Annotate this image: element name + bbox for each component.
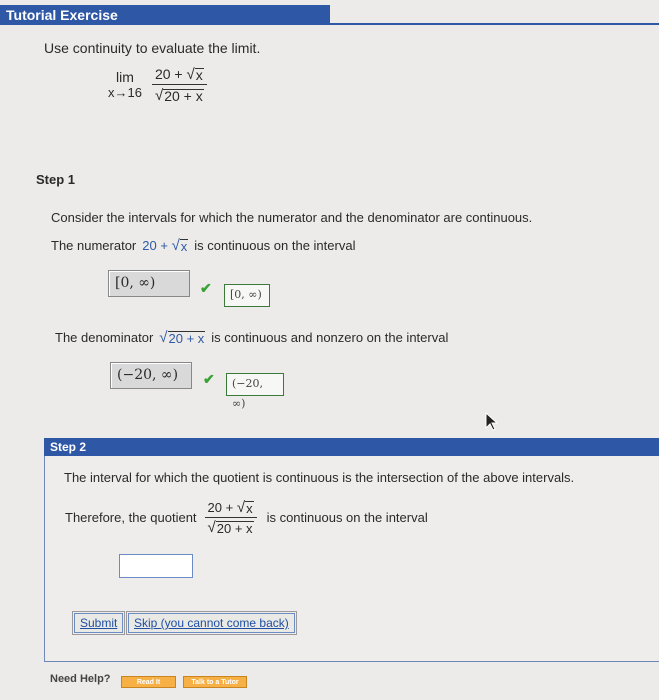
quotient-numerator-const: 20 + bbox=[207, 500, 234, 515]
numerator-expr-const: 20 + bbox=[142, 238, 168, 253]
numerator-expr-radicand: x bbox=[179, 239, 189, 254]
denominator-check-icon: ✔ bbox=[203, 371, 215, 387]
denominator-answer-field[interactable]: (−20, ∞) bbox=[110, 362, 192, 389]
skip-button[interactable]: Skip (you cannot come back) bbox=[126, 611, 297, 635]
denominator-answer-key: (−20, ∞) bbox=[226, 373, 284, 410]
denominator-prefix: The denominator bbox=[55, 330, 154, 345]
header-rule bbox=[330, 23, 659, 25]
denominator-expr-radicand: 20 + x bbox=[167, 331, 206, 346]
mouse-cursor-icon bbox=[485, 412, 499, 431]
read-it-button[interactable]: Read It bbox=[121, 676, 176, 688]
need-help-label: Need Help? bbox=[50, 673, 111, 685]
quotient-interval-input[interactable] bbox=[119, 554, 193, 578]
quotient-prefix: Therefore, the quotient bbox=[65, 510, 197, 525]
step1-intro: Consider the intervals for which the num… bbox=[51, 210, 533, 225]
numerator-answer-key: [0, ∞) bbox=[224, 284, 270, 307]
limit-numerator-radicand: x bbox=[194, 67, 204, 83]
denominator-expression: √ 20 + x bbox=[159, 329, 206, 346]
step2-header: Step 2 bbox=[44, 438, 659, 456]
numerator-sentence: The numerator 20 + √ x is continuous on t… bbox=[51, 238, 355, 253]
limit-fraction: 20 + √ x √ 20 + x bbox=[151, 66, 207, 104]
numerator-answer-field[interactable]: [0, ∞) bbox=[108, 270, 190, 297]
quotient-denominator-radicand: 20 + x bbox=[215, 521, 254, 536]
limit-expression: lim x→16 20 + √ x √ 20 + x bbox=[108, 66, 207, 103]
denominator-sentence: The denominator √ 20 + x is continuous an… bbox=[55, 330, 448, 345]
quotient-suffix: is continuous on the interval bbox=[266, 510, 428, 525]
numerator-check-icon: ✔ bbox=[200, 280, 212, 296]
numerator-expression: 20 + √ x bbox=[142, 237, 189, 254]
exercise-title: Tutorial Exercise bbox=[6, 7, 118, 23]
numerator-suffix: is continuous on the interval bbox=[194, 238, 356, 253]
submit-button[interactable]: Submit bbox=[71, 611, 126, 635]
quotient-numerator-radicand: x bbox=[245, 501, 254, 516]
step1-label: Step 1 bbox=[36, 172, 76, 187]
talk-to-tutor-button[interactable]: Talk to a Tutor bbox=[183, 676, 247, 688]
limit-numerator-const: 20 + bbox=[154, 66, 183, 82]
lim-word: lim bbox=[116, 69, 134, 85]
quotient-sentence: Therefore, the quotient 20 + √ x √ 20 + x … bbox=[65, 500, 428, 535]
step2-intro: The interval for which the quotient is c… bbox=[64, 470, 575, 485]
denominator-suffix: is continuous and nonzero on the interva… bbox=[211, 330, 449, 345]
numerator-prefix: The numerator bbox=[51, 238, 137, 253]
step2-label: Step 2 bbox=[50, 440, 87, 454]
lim-approach: x→16 bbox=[108, 85, 142, 100]
limit-denominator-radicand: 20 + x bbox=[163, 88, 204, 104]
problem-prompt: Use continuity to evaluate the limit. bbox=[44, 40, 261, 56]
quotient-fraction: 20 + √ x √ 20 + x bbox=[204, 500, 257, 536]
exercise-title-bar: Tutorial Exercise bbox=[0, 5, 330, 25]
